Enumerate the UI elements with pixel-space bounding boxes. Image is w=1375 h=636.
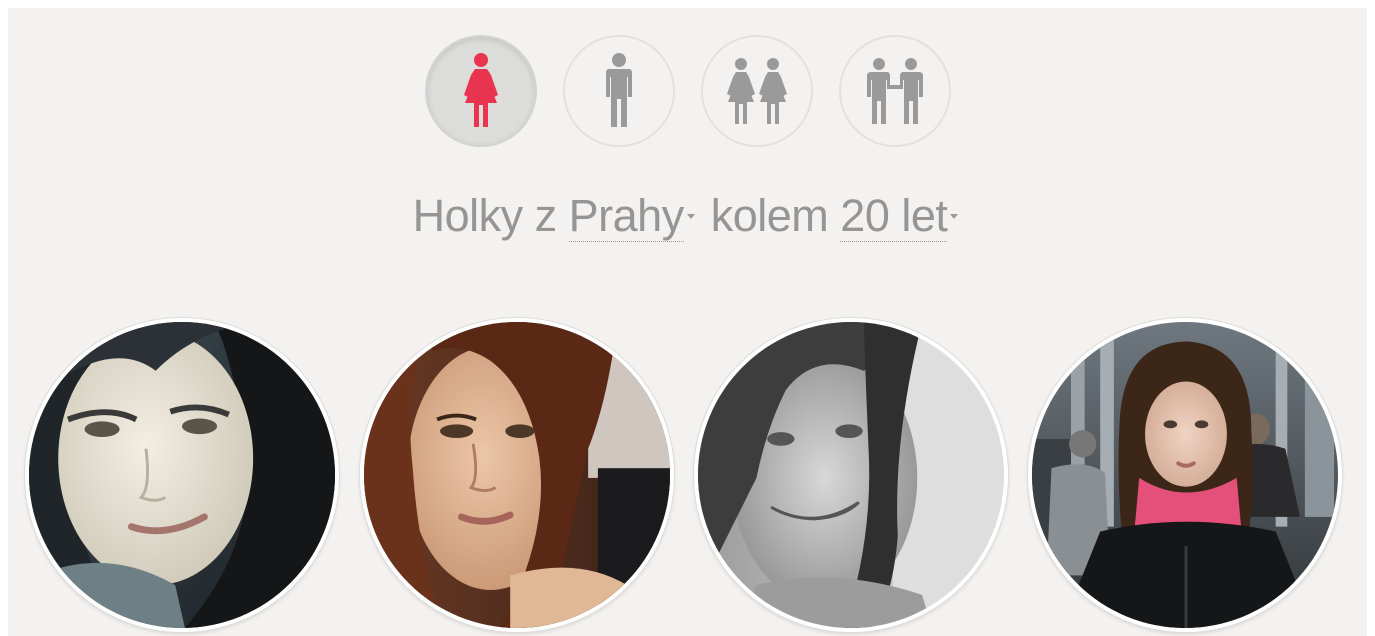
age-selector[interactable]: 20 let: [840, 190, 948, 242]
age-dropdown-caret-icon[interactable]: [950, 213, 959, 219]
female-icon: [463, 53, 498, 127]
headline-prefix: Holky z: [412, 190, 558, 241]
male-couple-icon: [866, 58, 923, 124]
filter-male-couple-button[interactable]: [838, 35, 951, 147]
filter-male-button[interactable]: [562, 35, 675, 147]
profile-photo-3: [698, 322, 1004, 628]
headline-middle: kolem: [710, 190, 829, 241]
profile-avatar-1[interactable]: [25, 318, 339, 632]
gender-filter-bar: [8, 35, 1367, 147]
profile-avatar-4[interactable]: [1028, 318, 1342, 632]
filter-female-couple-button[interactable]: [700, 35, 813, 147]
browse-panel: Holky z Prahy kolem 20 let: [8, 8, 1367, 636]
profile-photo-4: [1032, 322, 1338, 628]
city-dropdown-caret-icon[interactable]: [686, 213, 695, 219]
female-couple-icon: [726, 58, 787, 124]
profile-photo-1: [29, 322, 335, 628]
city-selector[interactable]: Prahy: [568, 190, 684, 242]
profile-photo-2: [364, 322, 670, 628]
search-headline: Holky z Prahy kolem 20 let: [8, 190, 1367, 242]
filter-female-button[interactable]: [424, 35, 537, 147]
profile-avatar-3[interactable]: [694, 318, 1008, 632]
profile-avatar-2[interactable]: [360, 318, 674, 632]
male-icon: [605, 53, 632, 127]
